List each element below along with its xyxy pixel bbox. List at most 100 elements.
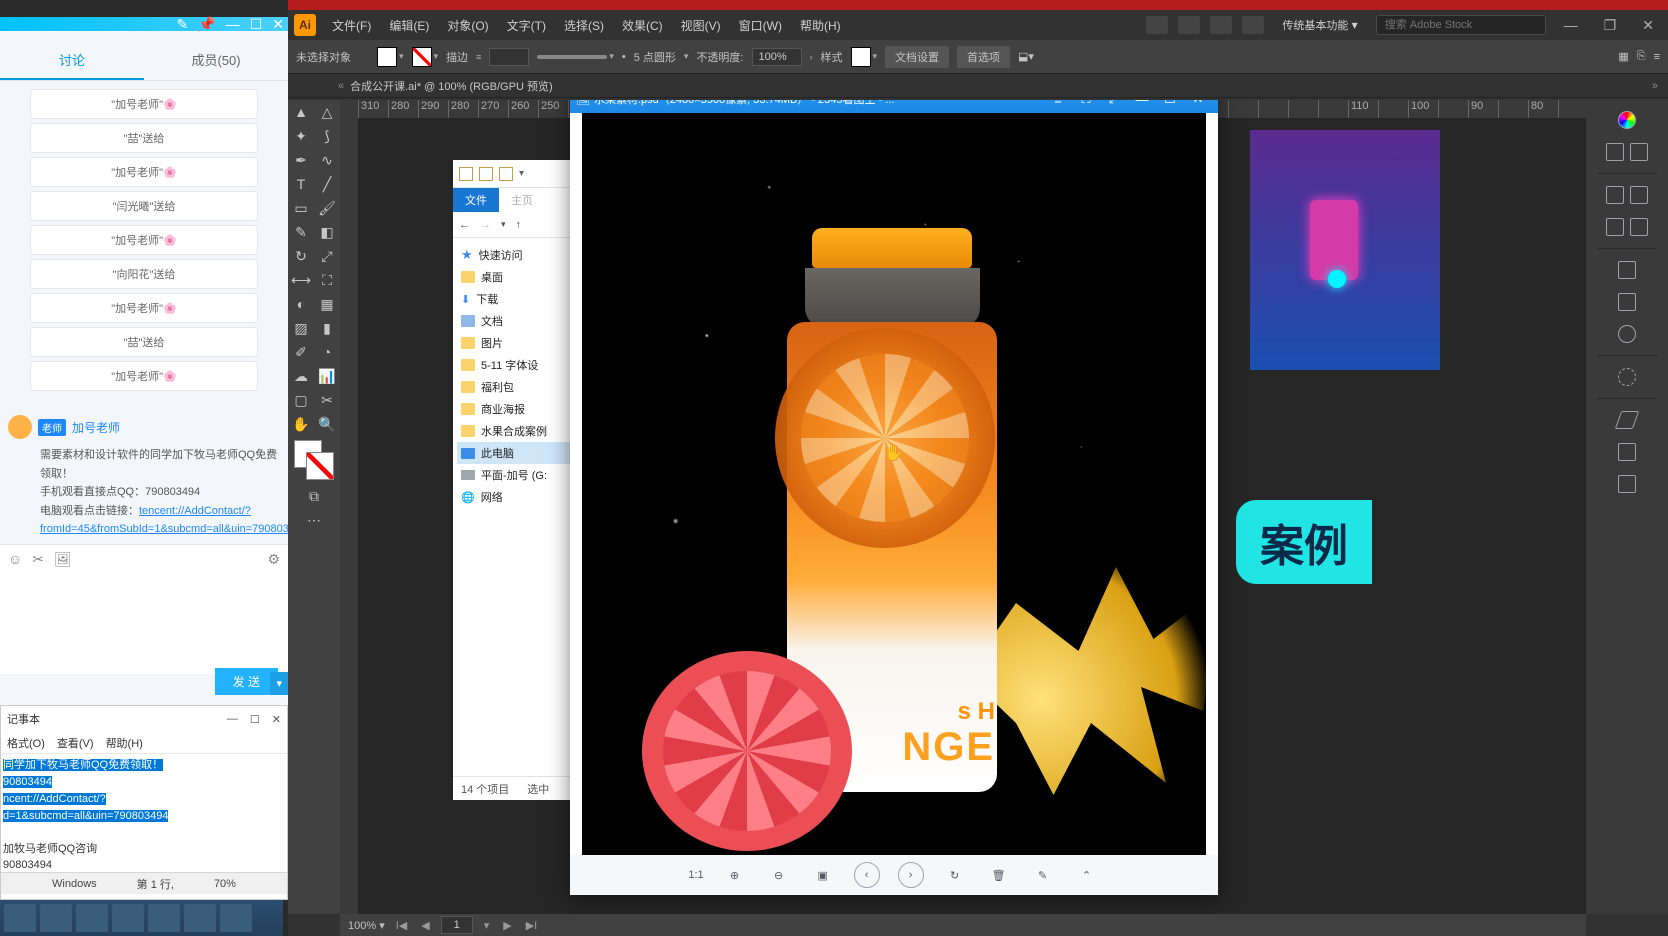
line-tool[interactable]: ╱ <box>314 172 340 196</box>
emoji-icon[interactable]: ☺ <box>8 551 22 567</box>
mesh-tool[interactable]: ▨ <box>288 316 314 340</box>
back-icon[interactable]: ← <box>459 219 470 231</box>
tree-item[interactable]: 5-11 字体设 <box>457 354 579 376</box>
prev-artboard[interactable]: ◀ <box>418 919 432 932</box>
next-artboard[interactable]: ▶ <box>500 919 514 932</box>
props-icon[interactable] <box>479 167 493 181</box>
pen-tool[interactable]: ✒ <box>288 148 314 172</box>
magic-wand-tool[interactable]: ✦ <box>288 124 314 148</box>
shaper-tool[interactable]: ✎ <box>288 220 314 244</box>
minimize-icon[interactable]: — <box>1128 100 1156 111</box>
minimize-icon[interactable]: — <box>1556 15 1586 35</box>
document-tab[interactable]: « 合成公开课.ai* @ 100% (RGB/GPU 预览) » <box>288 74 1668 98</box>
perspective-tool[interactable]: ▦ <box>314 292 340 316</box>
fill-swatch[interactable]: ▾ <box>377 47 404 67</box>
taskbar-item[interactable] <box>220 904 252 932</box>
curvature-tool[interactable]: ∿ <box>314 148 340 172</box>
taskbar-item[interactable] <box>40 904 72 932</box>
scale-tool[interactable]: ⤢ <box>314 244 340 268</box>
prev-icon[interactable]: ‹ <box>854 862 880 888</box>
layers-panel-icon[interactable] <box>1599 406 1655 434</box>
type-tool[interactable]: T <box>288 172 314 196</box>
stock-icon[interactable] <box>1178 16 1200 34</box>
hand-tool[interactable]: ✋ <box>288 412 314 436</box>
ruler-vertical[interactable] <box>340 118 358 914</box>
bridge-icon[interactable] <box>1146 16 1168 34</box>
close-icon[interactable]: ✕ <box>1184 100 1212 111</box>
fill-stroke[interactable] <box>288 436 340 488</box>
artboard-tool[interactable]: ▢ <box>288 388 314 412</box>
expand-icon[interactable]: ⤢ <box>1100 100 1128 111</box>
menu-help[interactable]: 帮助(H) <box>792 13 849 38</box>
eyedropper-tool[interactable]: ✐ <box>288 340 314 364</box>
maximize-icon[interactable]: ☐ <box>250 16 263 33</box>
gradient-panel-icon[interactable] <box>1599 213 1655 241</box>
slice-tool[interactable]: ✂ <box>314 388 340 412</box>
canvas-area[interactable]: 3102802902802702602502401101009080706050… <box>340 100 1586 914</box>
send-button[interactable]: 发 送 <box>215 668 278 695</box>
close-icon[interactable]: ✕ <box>272 713 281 726</box>
ratio-label[interactable]: 1:1 <box>688 869 703 881</box>
transparency-panel-icon[interactable] <box>1599 363 1655 391</box>
up-icon[interactable]: ↑ <box>516 219 522 231</box>
artboards-panel-icon[interactable] <box>1599 438 1655 466</box>
stroke-weight[interactable] <box>489 48 529 66</box>
appearance-panel-icon[interactable] <box>1599 320 1655 348</box>
chat-textarea[interactable] <box>0 574 288 674</box>
doc-settings-button[interactable]: 文档设置 <box>885 46 949 68</box>
taskbar-item[interactable] <box>112 904 144 932</box>
stroke-swatch[interactable]: ▾ <box>412 47 439 67</box>
view-mode-icon[interactable]: ▦ <box>1618 50 1628 63</box>
stock-search[interactable] <box>1376 15 1546 35</box>
tree-item[interactable]: 福利包 <box>457 376 579 398</box>
menu-effect[interactable]: 效果(C) <box>614 13 671 38</box>
tree-item[interactable]: ⬇下载 <box>457 288 579 310</box>
brush-profile[interactable]: ▾ <box>537 51 614 62</box>
opacity-field[interactable] <box>752 48 802 66</box>
isolate-icon[interactable]: ⎘ <box>1637 50 1646 63</box>
tree-item[interactable]: 图片 <box>457 332 579 354</box>
maximize-icon[interactable]: ☐ <box>1156 100 1184 111</box>
folder-icon[interactable] <box>499 167 513 181</box>
first-artboard[interactable]: I◀ <box>393 919 411 932</box>
last-artboard[interactable]: ▶I <box>523 919 541 932</box>
rectangle-tool[interactable]: ▭ <box>288 196 314 220</box>
edit-toolbar[interactable]: ⋯ <box>288 508 340 532</box>
tab-file[interactable]: 文件 <box>453 188 499 212</box>
tree-item[interactable]: 🌐网络 <box>457 486 579 508</box>
artboard-number[interactable] <box>441 916 473 934</box>
tree-item[interactable]: 水果合成案例 <box>457 420 579 442</box>
menu-select[interactable]: 选择(S) <box>556 13 612 38</box>
swatches-panel-icon[interactable] <box>1599 138 1655 166</box>
zoom-in-icon[interactable]: ⊕ <box>722 862 748 888</box>
menu-type[interactable]: 文字(T) <box>499 13 554 38</box>
delete-icon[interactable]: 🗑 <box>986 862 1012 888</box>
ruler-origin[interactable] <box>340 100 358 118</box>
workspace-switcher[interactable]: 传统基本功能 ▾ <box>1274 13 1365 37</box>
tab-home[interactable]: 主页 <box>499 188 545 212</box>
image-icon[interactable]: 🖼 <box>54 551 72 568</box>
folder-icon[interactable] <box>459 167 473 181</box>
gear-icon[interactable]: ⚙ <box>267 551 280 568</box>
restore-icon[interactable]: ❐ <box>1596 15 1625 36</box>
eraser-tool[interactable]: ◧ <box>314 220 340 244</box>
next-icon[interactable]: › <box>898 862 924 888</box>
taskbar-item[interactable] <box>148 904 180 932</box>
tab-discuss[interactable]: 讨论 <box>0 41 144 80</box>
fit-icon[interactable]: ▣ <box>810 862 836 888</box>
menu-window[interactable]: 窗口(W) <box>731 13 790 38</box>
menu-help[interactable]: 帮助(H) <box>106 735 143 751</box>
close-icon[interactable]: ✕ <box>272 16 284 33</box>
selection-tool[interactable]: ▲ <box>288 100 314 124</box>
arrange-icon[interactable] <box>1210 16 1232 34</box>
menu-icon[interactable]: ≡ <box>1044 100 1072 111</box>
minimize-icon[interactable]: — <box>226 16 240 32</box>
shape-builder-tool[interactable]: ◐ <box>288 292 314 316</box>
send-dropdown[interactable]: ▾ <box>270 672 288 695</box>
edit-icon[interactable]: ✎ <box>177 16 189 33</box>
style-swatch[interactable]: ▾ <box>851 47 878 67</box>
align-icon[interactable]: ⬓▾ <box>1018 50 1034 63</box>
pin-icon[interactable]: 📌 <box>198 16 215 33</box>
panel-icon[interactable]: ≡ <box>1654 51 1660 63</box>
stroke-panel-icon[interactable] <box>1599 181 1655 209</box>
